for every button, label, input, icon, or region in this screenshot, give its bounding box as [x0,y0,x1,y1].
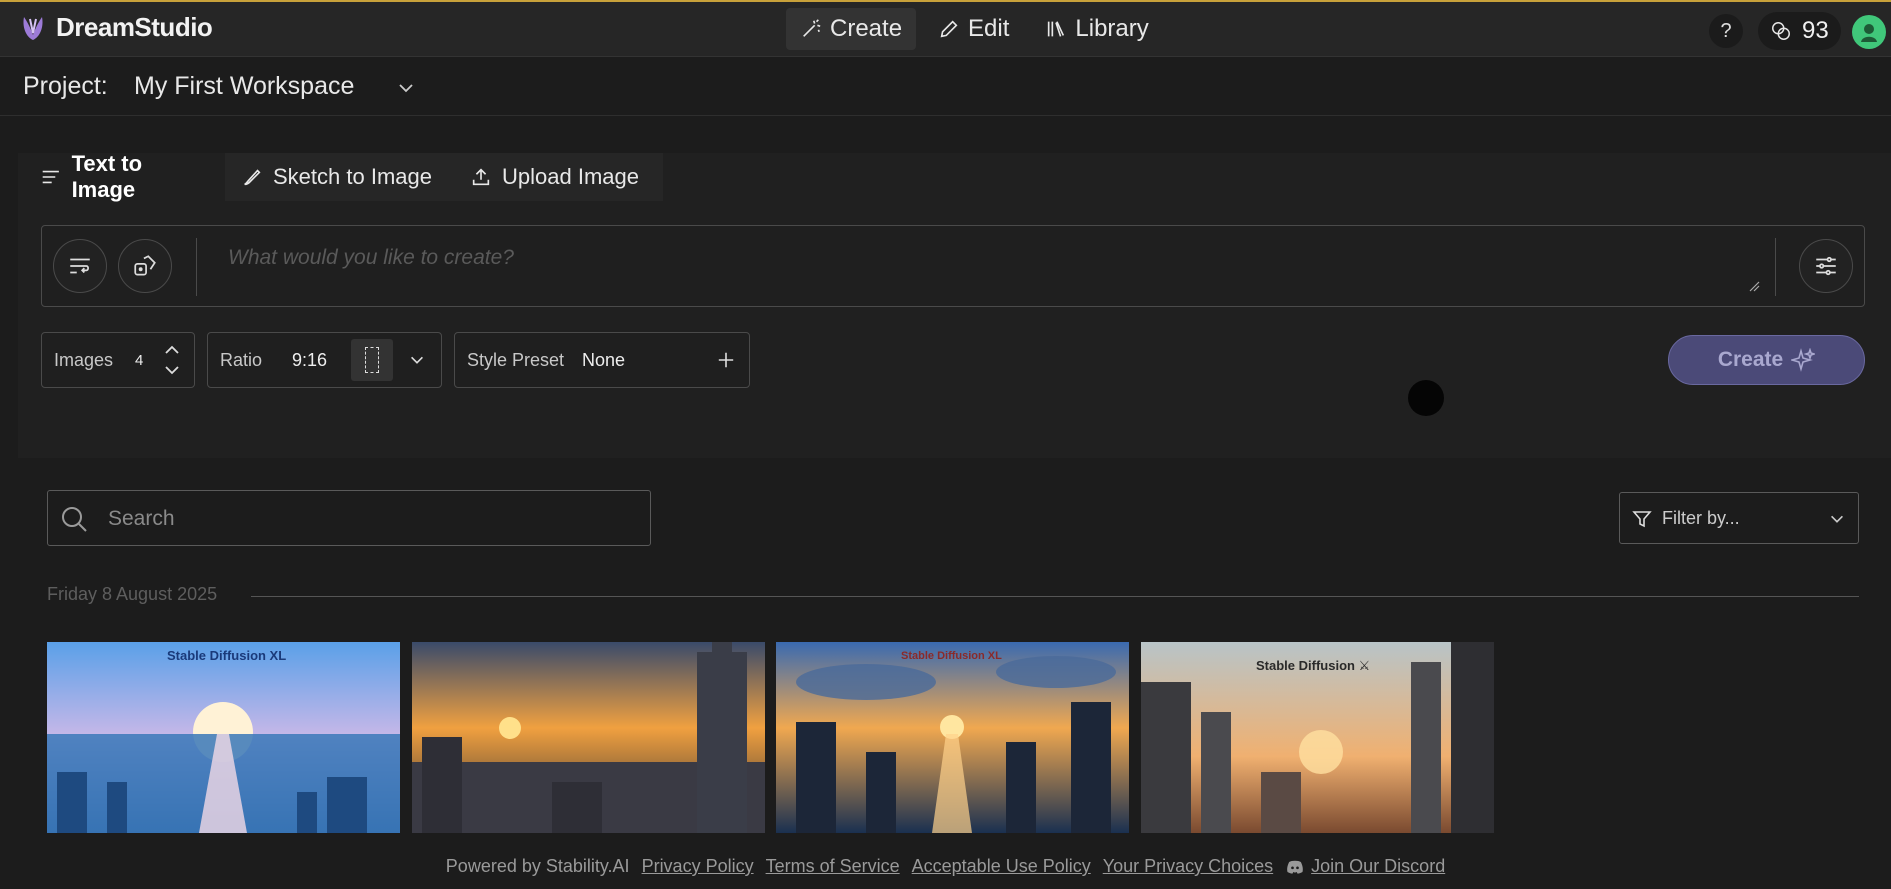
tab-sketch-to-image[interactable]: Sketch to Image [225,153,454,201]
privacy-choices-link[interactable]: Your Privacy Choices [1103,856,1273,877]
style-preset-control[interactable]: Style Preset None [454,332,750,388]
search-icon [62,507,87,532]
thumbnail-image [47,642,400,833]
filter-icon [1632,511,1652,528]
brand-name: DreamStudio [56,12,213,42]
discord-link[interactable]: Join Our Discord [1311,856,1445,877]
app-header: DreamStudio Create Edit Library ? 93 [0,2,1891,57]
brush-icon [244,169,261,186]
nav-edit[interactable]: Edit [924,8,1023,50]
terms-link[interactable]: Terms of Service [766,856,900,877]
help-button[interactable]: ? [1709,14,1743,48]
discord-link-group[interactable]: Join Our Discord [1285,856,1445,877]
project-select[interactable]: My First Workspace [134,72,354,101]
nav-library[interactable]: Library [1031,8,1162,50]
nav-library-label: Library [1075,15,1149,42]
lines-icon [42,170,59,184]
magic-wand-icon [803,19,821,37]
library-icon [1048,21,1065,37]
tab-text-to-image-label: Text to Image [71,151,143,202]
aspect-preview [351,339,393,381]
ratio-value: 9:16 [292,350,328,370]
gallery-thumbnail-4[interactable]: Stable Diffusion ⚔ [1141,642,1494,833]
ratio-control[interactable]: Ratio 9:16 [207,332,442,388]
avatar[interactable] [1852,15,1886,49]
filter-label: Filter by... [1662,508,1740,528]
plus-icon[interactable] [717,351,735,369]
thumbnail-caption: Stable Diffusion ⚔ [1256,658,1371,673]
sliders-icon [1816,256,1836,276]
sparkle-icon [1791,348,1816,372]
footer: Powered by Stability.AI Privacy Policy T… [0,856,1891,877]
chevron-down-icon[interactable] [396,78,416,98]
project-label: Project: [23,72,108,100]
pencil-icon [940,20,958,38]
nav-create[interactable]: Create [786,8,917,50]
mode-tabs: Text to Image Sketch to Image Upload Ima… [24,151,663,202]
images-count-control[interactable]: Images 4 [41,332,195,388]
privacy-policy-link[interactable]: Privacy Policy [642,856,754,877]
advanced-settings-button[interactable] [1799,239,1853,293]
footer-powered-by: Powered by Stability.AI [445,856,630,876]
random-prompt-button[interactable] [118,239,172,293]
coins-icon [1772,22,1790,40]
thumbnail-image [412,642,765,833]
discord-icon [1287,860,1303,874]
wrap-text-icon [70,258,90,274]
gallery-date: Friday 8 August 2025 [47,584,218,604]
prompt-templates-button[interactable] [53,239,107,293]
tab-text-to-image[interactable]: Text to Image [24,151,225,202]
prompt-box [41,225,1865,307]
acceptable-use-link[interactable]: Acceptable Use Policy [912,856,1091,877]
prompt-divider-left [196,238,197,296]
thumbnail-caption: Stable Diffusion XL [167,648,287,663]
project-bar: Project: My First Workspace [0,58,1891,116]
prompt-divider-right [1775,238,1776,296]
credits-badge[interactable]: 93 [1758,12,1841,50]
gallery-thumbnail-2[interactable] [412,642,765,833]
search-input[interactable] [108,499,638,539]
nav-create-label: Create [830,15,903,42]
gallery-thumbnail-3[interactable]: Stable Diffusion XL [776,642,1129,833]
user-avatar-icon [1861,24,1877,42]
credits-count: 93 [1802,17,1829,44]
gallery-search[interactable] [47,490,651,546]
style-preset-value: None [582,350,626,370]
gallery-thumbnail-1[interactable]: Stable Diffusion XL [47,642,400,833]
dice-icon [134,255,156,276]
chevron-down-icon[interactable] [408,351,426,369]
images-value: 4 [135,352,144,369]
style-preset-label: Style Preset [467,350,565,370]
resize-grip-icon[interactable] [1748,280,1760,292]
brand[interactable]: DreamStudio [18,12,213,43]
create-button[interactable]: Create [1668,335,1865,385]
portrait-frame-icon [365,347,379,373]
date-divider [251,596,1859,597]
upload-icon [472,168,490,186]
dreamstudio-logo-icon [23,16,43,40]
tab-upload-image[interactable]: Upload Image [454,153,663,201]
main-nav: Create Edit Library [786,8,1163,50]
mouse-cursor [1408,380,1444,416]
thumbnail-caption: Stable Diffusion XL [901,650,1002,662]
filter-dropdown[interactable]: Filter by... [1619,492,1859,544]
create-button-label: Create [1717,348,1784,371]
ratio-label: Ratio [220,350,263,370]
prompt-input[interactable] [228,236,1798,280]
nav-edit-label: Edit [968,15,1010,42]
images-label: Images [54,350,114,370]
stepper-arrows-icon[interactable] [162,343,182,377]
tab-upload-image-label: Upload Image [502,164,639,189]
tab-sketch-to-image-label: Sketch to Image [273,164,432,189]
chevron-down-icon [1831,515,1843,523]
thumbnail-image [776,642,1129,833]
